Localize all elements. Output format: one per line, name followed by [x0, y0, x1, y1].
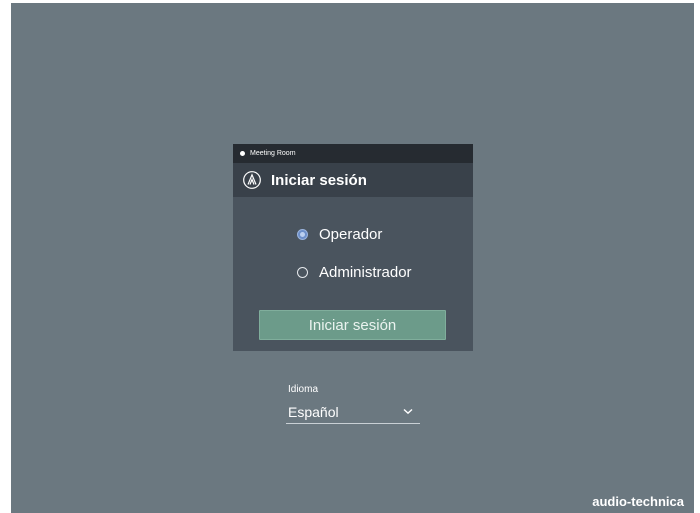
language-label: Idioma: [288, 384, 319, 395]
role-option-operador[interactable]: Operador: [297, 224, 412, 244]
language-value: Español: [288, 403, 339, 420]
language-selector: Idioma Español: [286, 384, 420, 424]
role-option-administrador[interactable]: Administrador: [297, 262, 412, 282]
operador-label: Operador: [319, 225, 383, 243]
device-name: Meeting Room: [250, 150, 296, 157]
login-card: Meeting Room Iniciar sesión Operador Adm…: [233, 144, 473, 351]
login-title: Iniciar sesión: [271, 171, 367, 189]
audio-technica-brand-logo: audio-technica: [592, 494, 684, 509]
login-button[interactable]: Iniciar sesión: [259, 310, 446, 340]
role-radio-group: Operador Administrador: [297, 224, 412, 300]
operador-radio[interactable]: [297, 228, 308, 240]
login-page: Meeting Room Iniciar sesión Operador Adm…: [11, 3, 694, 513]
administrador-radio[interactable]: [297, 266, 308, 278]
administrador-label: Administrador: [319, 263, 412, 281]
device-bar: Meeting Room: [233, 144, 473, 163]
audio-technica-logo-icon: [243, 171, 261, 189]
card-header: Iniciar sesión: [233, 163, 473, 197]
status-dot-icon: [240, 151, 245, 156]
language-dropdown[interactable]: Español: [286, 400, 420, 424]
chevron-down-icon: [403, 408, 413, 415]
